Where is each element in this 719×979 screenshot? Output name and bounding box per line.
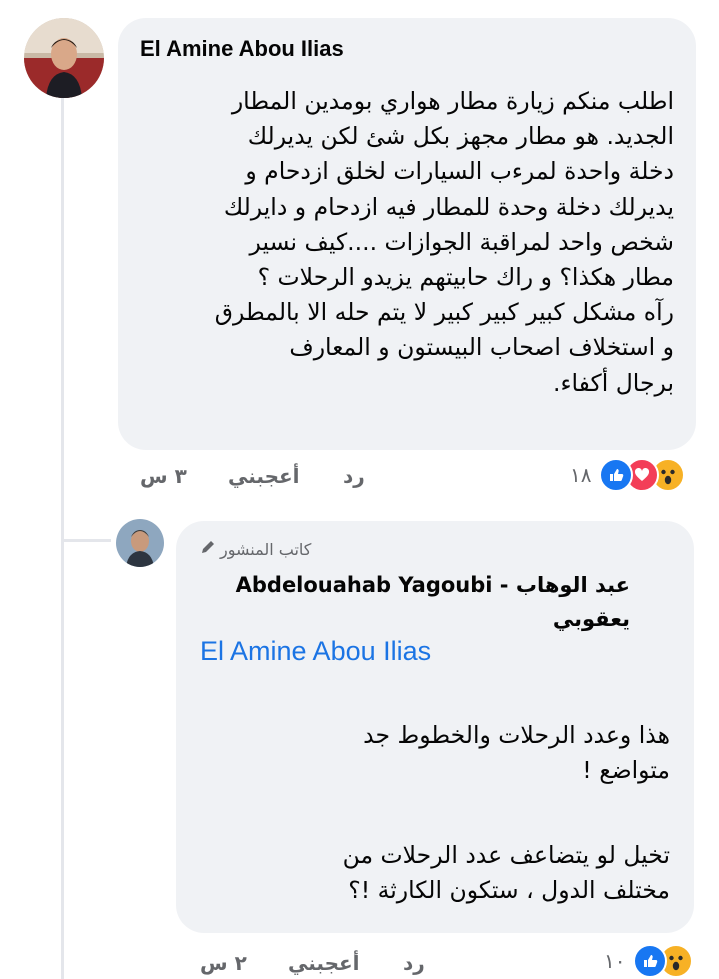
like-button[interactable]: أعجبني bbox=[288, 951, 360, 975]
comment-line: مطار هكذا؟ و راك حابيتهم يزيدو الرحلات ؟ bbox=[257, 263, 674, 292]
reaction-summary[interactable]: ١٠ bbox=[604, 944, 694, 978]
reply-like: أعجبني bbox=[288, 951, 360, 975]
comment-time[interactable]: ٣ س bbox=[140, 464, 187, 488]
reply-line: متواضع ! bbox=[582, 756, 670, 785]
thread-connector bbox=[61, 539, 111, 542]
comment-line: و استخلاف اصحاب البيستون و المعارف bbox=[289, 333, 674, 362]
reply-line: تخيل لو يتضاعف عدد الرحلات من bbox=[342, 841, 670, 869]
comment-text: اطلب منكم زيارة مطار هواري بومدين المطار… bbox=[138, 84, 674, 401]
author-badge-label: كاتب المنشور bbox=[220, 539, 312, 559]
reply-reply: رد bbox=[403, 951, 425, 975]
comment-like: أعجبني bbox=[228, 464, 300, 488]
reply-button[interactable]: رد bbox=[403, 951, 425, 975]
reply-paragraph: هذا وعدد الرحلات والخطوط جد متواضع ! bbox=[200, 718, 670, 788]
like-icon bbox=[599, 458, 634, 492]
comment-reply: رد bbox=[343, 464, 365, 488]
comment-line: برجال أكفاء. bbox=[552, 368, 674, 397]
like-button[interactable]: أعجبني bbox=[228, 464, 300, 488]
reply-actions: ٢ س bbox=[200, 951, 247, 975]
avatar[interactable] bbox=[24, 18, 104, 98]
like-icon bbox=[633, 944, 668, 978]
reaction-count: ١٠ bbox=[604, 949, 626, 973]
reply-time[interactable]: ٢ س bbox=[200, 951, 247, 975]
reaction-count: ١٨ bbox=[570, 463, 592, 487]
comment-bubble: El Amine Abou Ilias اطلب منكم زيارة مطار… bbox=[118, 18, 696, 450]
mention-link[interactable]: El Amine Abou Ilias bbox=[200, 636, 431, 667]
comment-line: اطلب منكم زيارة مطار هواري بومدين المطار bbox=[231, 87, 674, 115]
comment-line: شخص واحد لمراقبة الجوازات ....كيف نسير bbox=[249, 227, 674, 256]
comment-line: دخلة واحدة لمرءب السيارات لخلق ازدحام و bbox=[245, 157, 674, 186]
reply-button[interactable]: رد bbox=[343, 464, 365, 488]
comment-author[interactable]: El Amine Abou Ilias bbox=[140, 36, 344, 62]
pencil-icon bbox=[200, 539, 216, 559]
comment-line: الجديد. هو مطار مجهز بكل شئ لكن يديرلك bbox=[247, 122, 674, 151]
reply-line: هذا وعدد الرحلات والخطوط جد bbox=[363, 721, 670, 749]
comment-actions: ٣ س bbox=[140, 464, 187, 488]
reply-line: مختلف الدول ، ستكون الكارثة !؟ bbox=[348, 876, 670, 905]
comment-line: رآه مشكل كبير كبير كبير لا يتم حله الا ب… bbox=[214, 298, 674, 327]
author-badge: كاتب المنشور bbox=[200, 539, 311, 559]
reaction-summary[interactable]: ١٨ bbox=[570, 458, 686, 492]
comment-line: يديرلك دخلة وحدة للمطار فيه ازدحام و داي… bbox=[223, 192, 674, 221]
reply-paragraph: تخيل لو يتضاعف عدد الرحلات من مختلف الدو… bbox=[200, 838, 670, 908]
reply-avatar[interactable] bbox=[116, 519, 164, 567]
reply-author[interactable]: عبد الوهاب - Abdelouahab Yagoubi يعقوبي bbox=[200, 568, 630, 636]
